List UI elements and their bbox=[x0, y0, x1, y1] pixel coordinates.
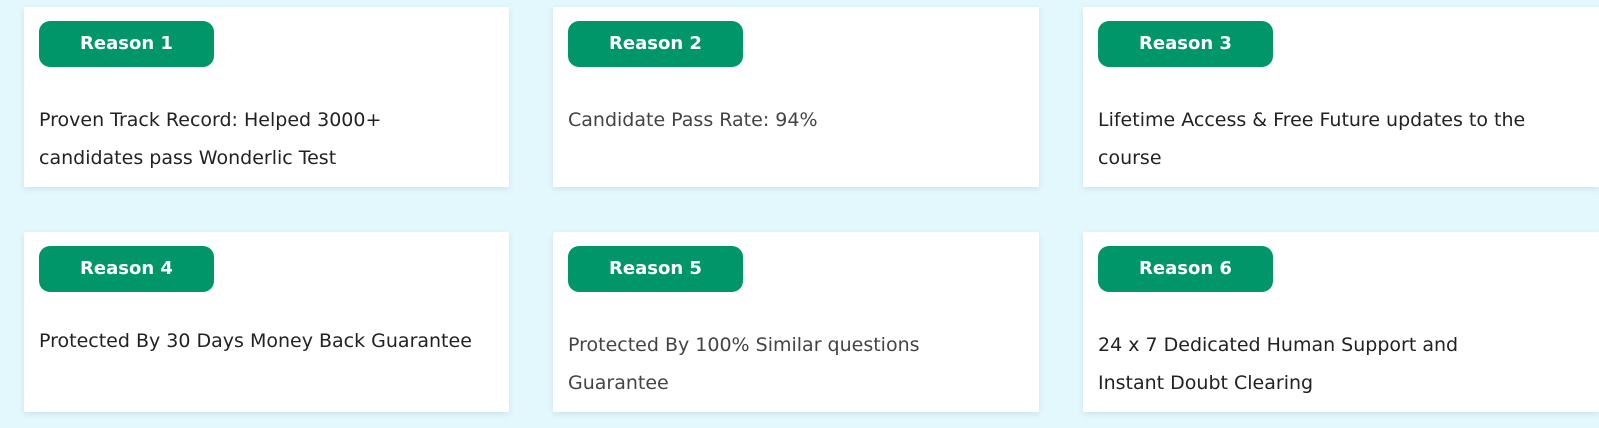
reason-text-6: 24 x 7 Dedicated Human Support and Insta… bbox=[1098, 334, 1459, 394]
reason-text-2: Candidate Pass Rate: 94% bbox=[568, 109, 818, 131]
reason-card-5: Reason 5 Protected By 100% Similar quest… bbox=[553, 232, 1039, 412]
reason-badge-3[interactable]: Reason 3 bbox=[1098, 21, 1273, 67]
reason-card-6: Reason 6 24 x 7 Dedicated Human Support … bbox=[1083, 232, 1599, 412]
reason-card-4: Reason 4 Protected By 30 Days Money Back… bbox=[24, 232, 509, 412]
reason-text-4: Protected By 30 Days Money Back Guarante… bbox=[39, 330, 472, 352]
reason-badge-4[interactable]: Reason 4 bbox=[39, 246, 214, 292]
reason-badge-2[interactable]: Reason 2 bbox=[568, 21, 743, 67]
reason-card-1: Reason 1 Proven Track Record: Helped 300… bbox=[24, 7, 509, 187]
reason-text-1: Proven Track Record: Helped 3000+ candid… bbox=[39, 109, 382, 169]
reason-card-2: Reason 2 Candidate Pass Rate: 94% bbox=[553, 7, 1039, 187]
reason-card-3: Reason 3 Lifetime Access & Free Future u… bbox=[1083, 7, 1599, 187]
reason-text-5: Protected By 100% Similar questions Guar… bbox=[568, 334, 920, 394]
reason-badge-1[interactable]: Reason 1 bbox=[39, 21, 214, 67]
reason-badge-6[interactable]: Reason 6 bbox=[1098, 246, 1273, 292]
reason-text-3: Lifetime Access & Free Future updates to… bbox=[1098, 109, 1526, 169]
reason-badge-5[interactable]: Reason 5 bbox=[568, 246, 743, 292]
